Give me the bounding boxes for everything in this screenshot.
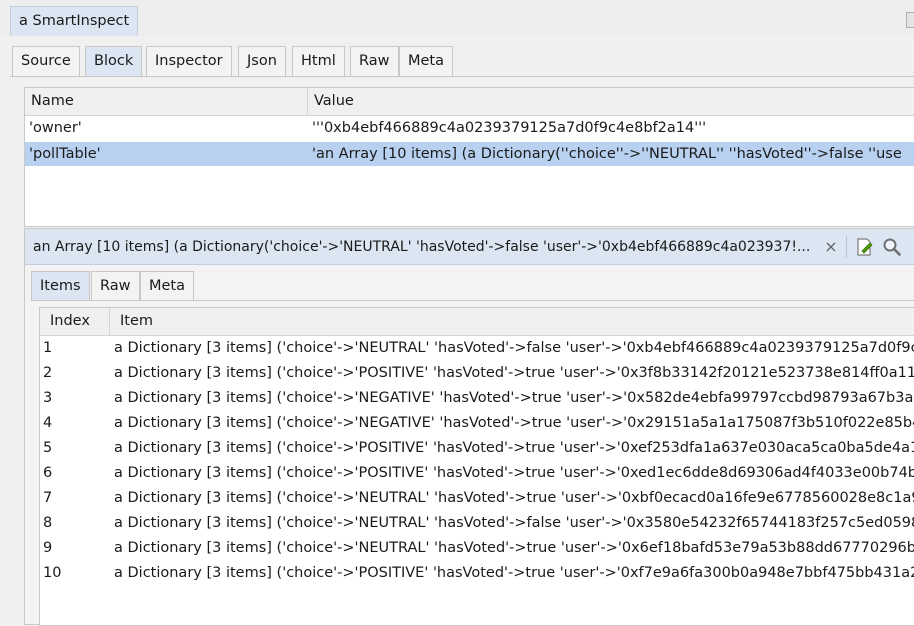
list-item[interactable]: 9 a Dictionary [3 items] ('choice'->'NEU…: [40, 536, 914, 561]
fields-table: Name Value 'owner' '''0xb4ebf466889c4a02…: [24, 87, 914, 227]
subtab-meta[interactable]: Meta: [140, 271, 195, 300]
cell-item: a Dictionary [3 items] ('choice'->'NEGAT…: [114, 390, 914, 406]
column-header-name[interactable]: Name: [25, 88, 308, 116]
magnifier-icon[interactable]: [882, 237, 902, 257]
table-row[interactable]: 'owner' '''0xb4ebf466889c4a0239379125a7d…: [25, 116, 914, 140]
cell-item: a Dictionary [3 items] ('choice'->'NEUTR…: [114, 490, 914, 506]
close-icon[interactable]: ×: [822, 229, 840, 265]
edit-icon[interactable]: [855, 237, 875, 257]
cell-value: 'an Array [10 items] (a Dictionary(''cho…: [312, 146, 902, 162]
list-item[interactable]: 7 a Dictionary [3 items] ('choice'->'NEU…: [40, 486, 914, 511]
cell-item: a Dictionary [3 items] ('choice'->'POSIT…: [114, 440, 914, 456]
list-item[interactable]: 3 a Dictionary [3 items] ('choice'->'NEG…: [40, 386, 914, 411]
tab-raw[interactable]: Raw: [350, 46, 399, 76]
cell-name: 'pollTable': [29, 146, 101, 162]
table-row-selected[interactable]: 'pollTable' 'an Array [10 items] (a Dict…: [25, 142, 914, 166]
cell-item: a Dictionary [3 items] ('choice'->'NEUTR…: [114, 540, 914, 556]
tab-inspector[interactable]: Inspector: [146, 46, 232, 76]
list-item[interactable]: 6 a Dictionary [3 items] ('choice'->'POS…: [40, 461, 914, 486]
tabs-divider: [10, 76, 914, 77]
cell-index: 9: [43, 540, 53, 556]
cell-index: 4: [43, 415, 53, 431]
list-item[interactable]: 2 a Dictionary [3 items] ('choice'->'POS…: [40, 361, 914, 386]
subtabs-divider: [31, 300, 914, 301]
cell-index: 1: [43, 340, 53, 356]
window-title-tab[interactable]: a SmartInspect: [10, 6, 139, 36]
cell-item: a Dictionary [3 items] ('choice'->'NEUTR…: [114, 515, 914, 531]
items-table: Index Item 1 a Dictionary [3 items] ('ch…: [39, 307, 914, 626]
cell-index: 8: [43, 515, 53, 531]
tab-meta[interactable]: Meta: [399, 46, 454, 76]
window-menu-icon[interactable]: [906, 12, 914, 28]
cell-index: 2: [43, 365, 53, 381]
header-divider: [846, 236, 847, 258]
column-header-value[interactable]: Value: [308, 88, 914, 116]
window-title-bar: a SmartInspect: [0, 0, 914, 36]
column-header-item[interactable]: Item: [110, 308, 914, 336]
list-item[interactable]: 5 a Dictionary [3 items] ('choice'->'POS…: [40, 436, 914, 461]
tab-json[interactable]: Json: [238, 46, 286, 76]
list-item[interactable]: 8 a Dictionary [3 items] ('choice'->'NEU…: [40, 511, 914, 536]
tab-block[interactable]: Block: [85, 46, 143, 76]
cell-index: 5: [43, 440, 53, 456]
column-header-index[interactable]: Index: [40, 308, 110, 336]
cell-index: 3: [43, 390, 53, 406]
list-item[interactable]: 1 a Dictionary [3 items] ('choice'->'NEU…: [40, 336, 914, 361]
subtab-raw[interactable]: Raw: [91, 271, 140, 300]
cell-item: a Dictionary [3 items] ('choice'->'POSIT…: [114, 565, 914, 581]
cell-item: a Dictionary [3 items] ('choice'->'NEGAT…: [114, 415, 914, 431]
cell-item: a Dictionary [3 items] ('choice'->'NEUTR…: [114, 340, 914, 356]
list-item[interactable]: 4 a Dictionary [3 items] ('choice'->'NEG…: [40, 411, 914, 436]
tab-source[interactable]: Source: [12, 46, 80, 76]
cell-item: a Dictionary [3 items] ('choice'->'POSIT…: [114, 365, 914, 381]
inspector-pane-header: an Array [10 items] (a Dictionary('choic…: [25, 229, 914, 265]
subtab-items[interactable]: Items: [31, 271, 90, 300]
cell-item: a Dictionary [3 items] ('choice'->'POSIT…: [114, 465, 914, 481]
list-item[interactable]: 10 a Dictionary [3 items] ('choice'->'PO…: [40, 561, 914, 586]
tab-html[interactable]: Html: [292, 46, 345, 76]
cell-index: 6: [43, 465, 53, 481]
item-inspector-pane: an Array [10 items] (a Dictionary('choic…: [24, 228, 914, 626]
cell-index: 7: [43, 490, 53, 506]
cell-index: 10: [43, 565, 62, 581]
pane-title: an Array [10 items] (a Dictionary('choic…: [33, 239, 811, 255]
cell-value: '''0xb4ebf466889c4a0239379125a7d0f9c4e8b…: [312, 120, 707, 136]
cell-name: 'owner': [29, 120, 82, 136]
